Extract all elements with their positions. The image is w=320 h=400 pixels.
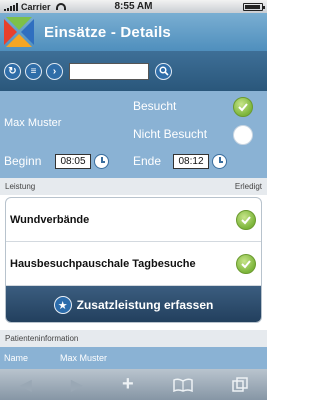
browser-toolbar: ◀ ▶ +: [0, 369, 267, 400]
pages-icon[interactable]: [231, 376, 248, 393]
page-title: Einsätze - Details: [44, 23, 171, 41]
forward-arrow-icon[interactable]: ▶: [71, 375, 83, 395]
patient-info-header: Patienteninformation: [0, 330, 267, 347]
battery-icon: [243, 2, 265, 11]
service-row[interactable]: Wundverbände: [6, 198, 261, 242]
search-input[interactable]: [69, 62, 149, 80]
not-visited-label: Nicht Besucht: [133, 127, 208, 141]
visited-label: Besucht: [133, 99, 177, 113]
clock-time: 8:55 AM: [114, 1, 153, 12]
carrier-label: Carrier: [21, 1, 51, 12]
service-label: Hausbesuchpauschale Tagbesuche: [10, 257, 196, 270]
back-arrow-icon[interactable]: ◀: [19, 375, 31, 395]
end-label: Ende: [133, 154, 162, 168]
patient-info-key: Name: [4, 353, 29, 363]
patient-info-row: Name Max Muster: [0, 347, 267, 369]
end-clock-icon[interactable]: [212, 154, 227, 169]
add-service-label: Zusatzleistung erfassen: [76, 298, 214, 312]
services-list: Wundverbände Hausbesuchpauschale Tagbesu…: [5, 197, 262, 323]
services-header: Leistung Erledigt: [0, 178, 267, 195]
star-icon: ★: [53, 296, 72, 314]
toolbar: ↻ ≡ ›: [0, 51, 267, 91]
patient-name: Max Muster: [4, 117, 62, 129]
checkmark-icon: [238, 103, 248, 112]
start-label: Beginn: [4, 154, 42, 168]
visited-radio[interactable]: [233, 97, 253, 117]
status-bar: Carrier 8:55 AM: [0, 0, 267, 13]
done-header-label: Erledigt: [234, 182, 262, 191]
wifi-icon: [55, 3, 66, 10]
checkmark-icon: [241, 216, 251, 225]
service-done-toggle[interactable]: [236, 254, 256, 274]
refresh-button[interactable]: ↻: [4, 62, 21, 80]
bookmarks-icon[interactable]: [172, 377, 193, 392]
signal-icon: [4, 2, 18, 11]
app-logo: [0, 13, 38, 51]
not-visited-radio[interactable]: [233, 125, 253, 145]
start-clock-icon[interactable]: [94, 154, 109, 169]
visit-details-panel: Max Muster Besucht Nicht Besucht Beginn …: [0, 91, 267, 178]
app-header: Einsätze - Details: [0, 13, 267, 51]
patient-info-value: Max Muster: [60, 353, 108, 363]
list-icon: ≡: [30, 65, 37, 77]
search-button[interactable]: [155, 62, 172, 80]
menu-button[interactable]: ≡: [25, 62, 42, 80]
service-row[interactable]: Hausbesuchpauschale Tagbesuche: [6, 242, 261, 286]
chevron-right-icon: ›: [52, 65, 57, 77]
refresh-icon: ↻: [8, 65, 17, 77]
checkmark-icon: [241, 260, 251, 269]
service-label: Wundverbände: [10, 213, 90, 226]
end-time-field[interactable]: 08:12: [173, 154, 209, 169]
add-service-button[interactable]: ★ Zusatzleistung erfassen: [6, 286, 261, 322]
service-done-toggle[interactable]: [236, 210, 256, 230]
services-header-label: Leistung: [5, 182, 36, 191]
plus-icon[interactable]: +: [122, 373, 134, 396]
forward-button[interactable]: ›: [46, 62, 63, 80]
search-icon: [158, 66, 169, 76]
start-time-field[interactable]: 08:05: [55, 154, 91, 169]
